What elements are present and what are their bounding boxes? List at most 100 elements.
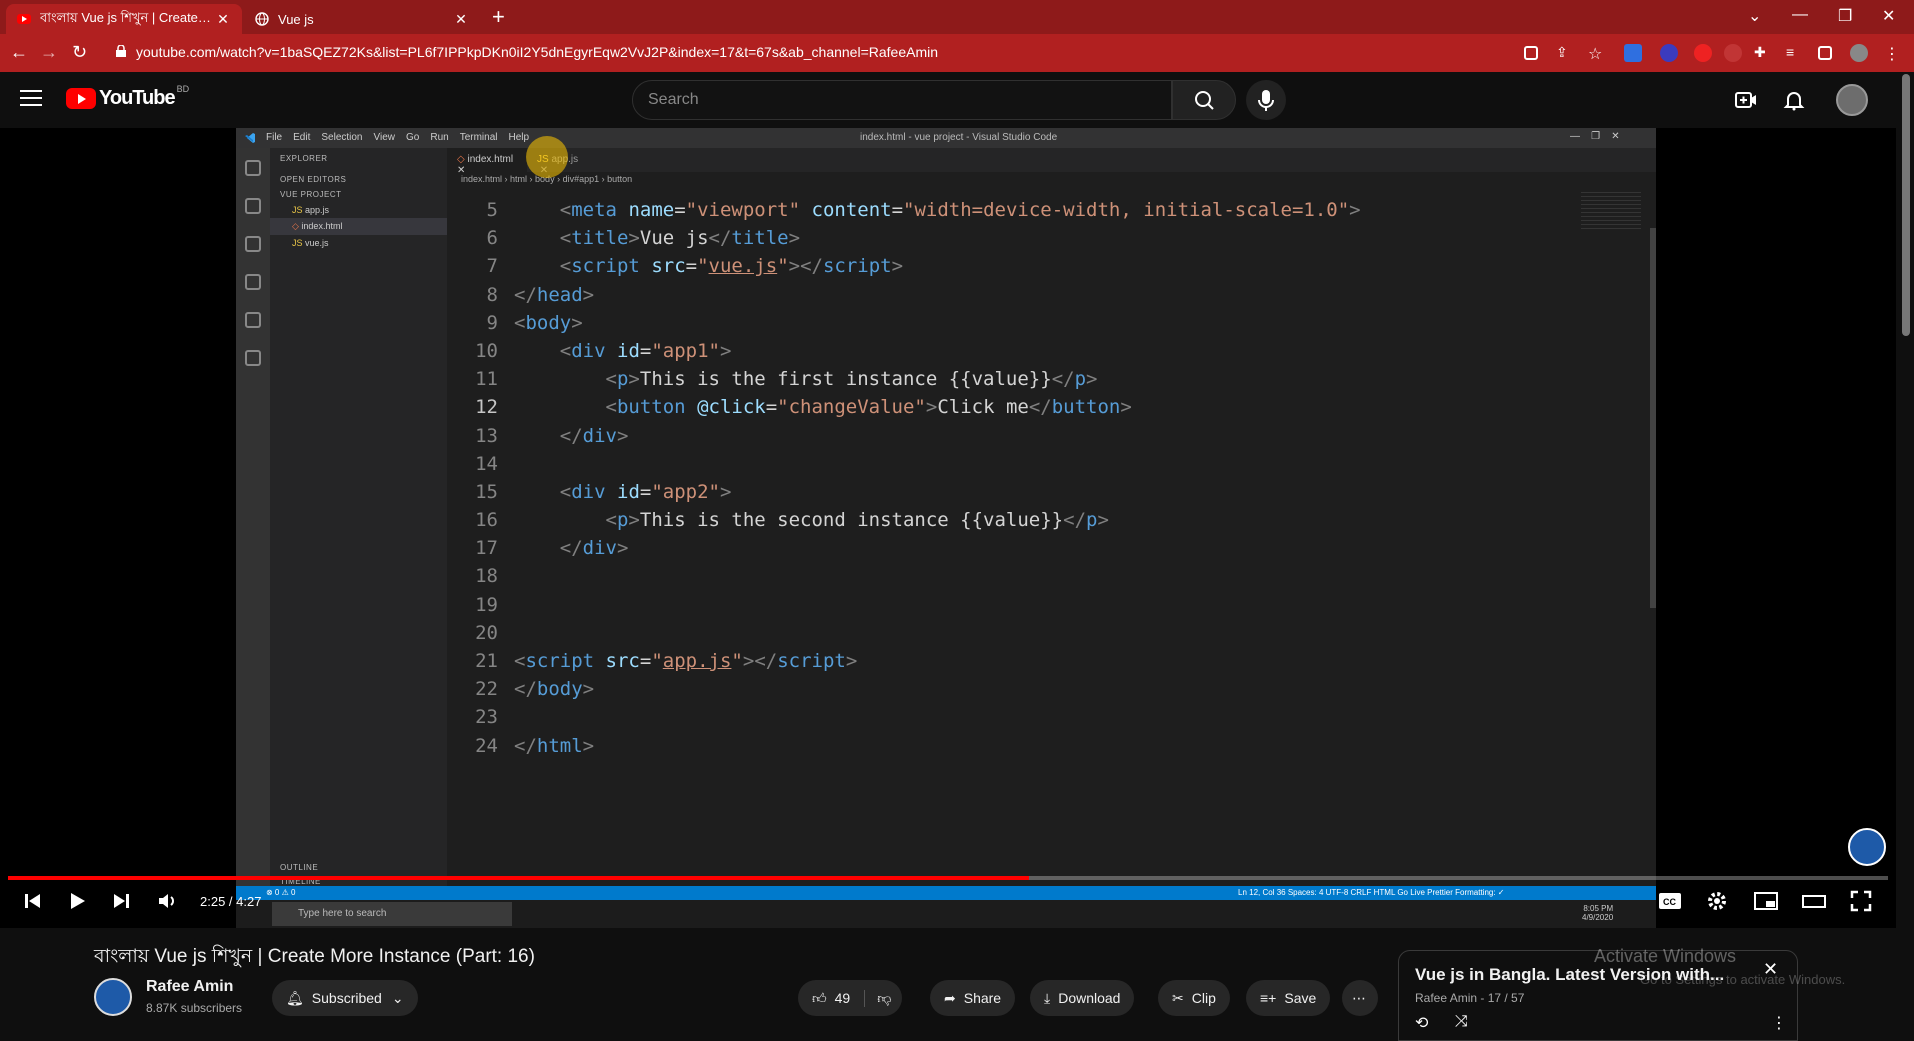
bell-icon: 🔔︎ — [286, 989, 304, 1006]
extension-icon[interactable] — [1694, 44, 1712, 62]
vscode-window-controls: — ❐ ✕ — [1570, 131, 1620, 142]
play-icon[interactable] — [66, 890, 88, 912]
share-button[interactable]: ➦ Share — [930, 980, 1016, 1016]
download-icon: ⤓ — [1044, 989, 1051, 1006]
mouse-cursor-highlight — [526, 136, 568, 178]
search-button[interactable] — [1172, 80, 1236, 120]
share-arrow-icon: ➦ — [944, 989, 956, 1006]
restore-icon[interactable]: ❐ — [1838, 6, 1852, 26]
close-tab-icon[interactable]: ✕ — [452, 11, 470, 28]
create-video-icon[interactable] — [1734, 88, 1758, 112]
clip-button[interactable]: ✂ Clip — [1158, 980, 1230, 1016]
video-title: বাংলায় Vue js শিখুন | Create More Insta… — [94, 946, 535, 967]
new-tab-button[interactable]: + — [492, 5, 505, 29]
browser-tab-bar: বাংলায় Vue js শিখুন | Create More ✕ Vue… — [0, 0, 1914, 34]
address-bar: ← → ↻ youtube.com/watch?v=1baSQEZ72Ks&li… — [0, 34, 1914, 72]
video-info: বাংলায় Vue js শিখুন | Create More Insta… — [0, 928, 1896, 1041]
shuffle-icon[interactable]: ⤨ — [1455, 1013, 1468, 1031]
svg-text:CC: CC — [1663, 897, 1676, 907]
youtube-play-icon — [66, 88, 96, 109]
activate-windows-subtext: Go to Settings to activate Windows. — [1640, 972, 1846, 987]
back-icon[interactable]: ← — [10, 42, 28, 62]
youtube-icon — [16, 11, 32, 27]
progress-played — [8, 876, 1029, 880]
settings-gear-icon[interactable] — [1706, 890, 1728, 912]
extension-icon[interactable] — [1660, 44, 1678, 62]
activate-windows-watermark: Activate Windows — [1594, 946, 1737, 966]
puzzle-icon[interactable]: ✚ — [1754, 44, 1772, 62]
playlist-menu-icon[interactable]: ⋮ — [1771, 1013, 1787, 1033]
scissors-icon: ✂ — [1172, 989, 1184, 1006]
search-input[interactable]: Search — [632, 80, 1172, 120]
close-tab-icon[interactable]: ✕ — [214, 11, 232, 28]
forward-icon[interactable]: → — [40, 42, 58, 62]
vscode-tabs: ◇ index.html ✕ JS app.js ✕ — [447, 148, 1656, 176]
vscode-activity-bar — [236, 148, 270, 908]
like-icon[interactable]: 👍︎ — [812, 990, 827, 1007]
youtube-header: YouTube BD Search — [0, 72, 1914, 128]
more-actions-button[interactable]: ⋯ — [1342, 980, 1378, 1016]
subscriber-count: 8.87K subscribers — [146, 1001, 243, 1015]
save-button[interactable]: ≡+ Save — [1246, 980, 1331, 1016]
time-display: 2:25 / 4:27 — [200, 894, 262, 909]
next-icon[interactable] — [110, 890, 132, 912]
fullscreen-icon[interactable] — [1850, 890, 1872, 912]
miniplayer-icon[interactable] — [1754, 890, 1778, 912]
browser-tab-active[interactable]: বাংলায় Vue js শিখুন | Create More ✕ — [6, 4, 242, 34]
menu-dots-icon[interactable]: ⋮ — [1884, 44, 1902, 63]
youtube-logo[interactable]: YouTube BD — [66, 84, 189, 110]
tab-title: বাংলায় Vue js শিখুন | Create More — [40, 9, 214, 25]
previous-icon[interactable] — [22, 890, 44, 912]
search-icon — [1195, 91, 1214, 110]
subscribe-button[interactable]: 🔔︎ Subscribed ⌄ — [272, 980, 418, 1016]
like-count[interactable]: 49 — [835, 990, 851, 1006]
vscode-breadcrumb: index.html › html › body › div#app1 › bu… — [461, 174, 633, 184]
vscode-explorer: EXPLORER OPEN EDITORS VUE PROJECT JS app… — [270, 148, 447, 908]
loop-icon[interactable]: ⟲ — [1415, 1013, 1428, 1033]
player-controls: 2:25 / 4:27 CC — [0, 886, 1896, 918]
vscode-window-title: index.html - vue project - Visual Studio… — [860, 132, 1058, 143]
playlist-add-icon: ≡+ — [1260, 990, 1277, 1006]
bookmark-star-icon[interactable]: ☆ — [1588, 44, 1606, 63]
channel-avatar[interactable] — [94, 978, 132, 1016]
video-player[interactable]: File Edit Selection View Go Run Terminal Help i… — [0, 128, 1896, 928]
vscode-titlebar: File Edit Selection View Go Run Terminal Help i… — [236, 128, 1656, 148]
volume-icon[interactable] — [156, 890, 178, 912]
url-input[interactable]: youtube.com/watch?v=1baSQEZ72Ks&list=PL6… — [136, 44, 938, 60]
playlist-meta: Rafee Amin - 17 / 57 — [1415, 991, 1525, 1005]
video-frame-vscode: File Edit Selection View Go Run Terminal Help i… — [236, 128, 1656, 928]
dislike-icon[interactable]: 👎︎ — [864, 989, 891, 1007]
download-button[interactable]: ⤓ Download — [1030, 980, 1135, 1016]
vscode-logo-icon — [245, 133, 255, 143]
microphone-icon — [1258, 90, 1274, 111]
page-scrollbar[interactable] — [1898, 72, 1914, 1041]
close-window-icon[interactable]: ✕ — [1882, 6, 1895, 26]
chevron-down-icon: ⌄ — [391, 989, 404, 1006]
hamburger-menu-icon[interactable] — [20, 90, 42, 111]
voice-search-button[interactable] — [1246, 80, 1286, 120]
like-dislike-group: 👍︎ 49 👎︎ — [798, 980, 902, 1016]
side-panel-icon[interactable] — [1818, 46, 1832, 60]
captions-icon[interactable]: CC — [1658, 890, 1682, 912]
browser-tab-vuejs[interactable]: Vue js ✕ — [244, 4, 480, 34]
lock-icon — [116, 45, 126, 57]
tab-search-icon[interactable]: ⌄ — [1748, 6, 1761, 26]
theater-mode-icon[interactable] — [1802, 890, 1826, 912]
notifications-bell-icon[interactable] — [1782, 88, 1806, 112]
vscode-menu: File Edit Selection View Go Run Terminal Help — [266, 132, 530, 143]
reload-icon[interactable]: ↻ — [72, 42, 87, 62]
channel-name[interactable]: Rafee Amin — [146, 978, 233, 996]
reading-list-icon[interactable]: ≡ — [1786, 44, 1804, 62]
channel-watermark[interactable] — [1848, 828, 1886, 866]
install-app-icon[interactable] — [1524, 46, 1538, 60]
tab-title: Vue js — [278, 11, 314, 27]
profile-avatar[interactable] — [1850, 44, 1868, 62]
extension-icon[interactable] — [1724, 44, 1742, 62]
minimize-icon[interactable]: — — [1792, 6, 1808, 24]
code-editor: 5 <meta name="viewport" content="width=d… — [475, 199, 1361, 757]
video-progress-bar[interactable] — [8, 876, 1888, 880]
logo-text: YouTube — [99, 87, 176, 109]
account-avatar[interactable] — [1836, 84, 1868, 116]
share-icon[interactable]: ⇪ — [1556, 44, 1574, 62]
extension-icon[interactable] — [1624, 44, 1642, 62]
